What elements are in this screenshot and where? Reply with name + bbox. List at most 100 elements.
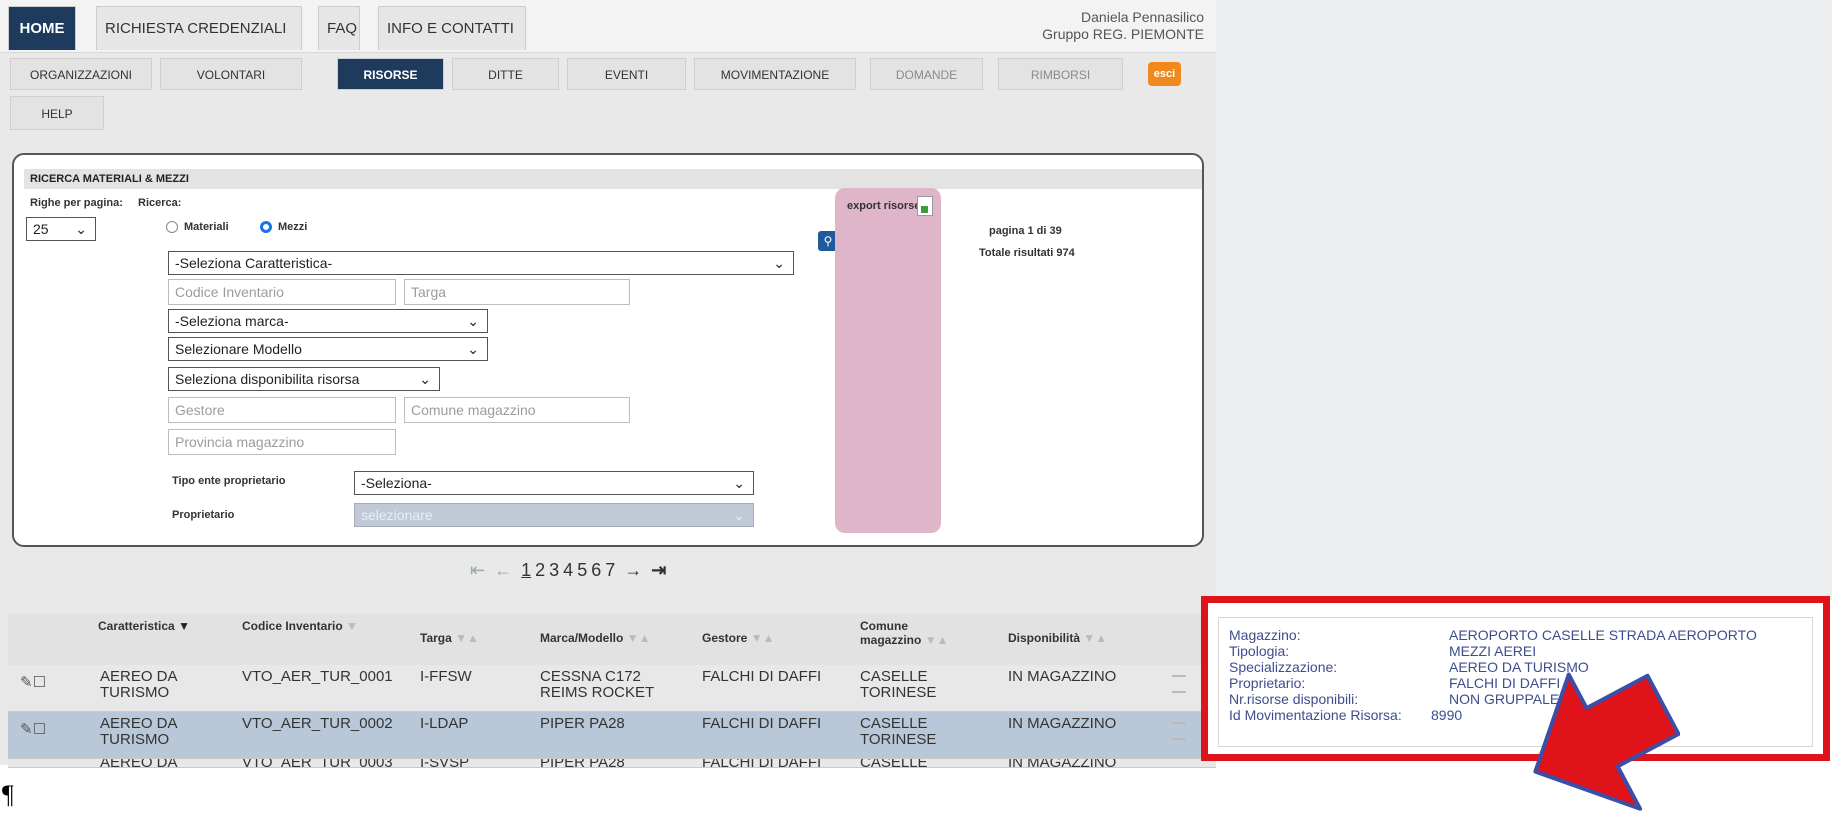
first-page-icon: ⇤	[470, 560, 486, 580]
nav-richiesta-credenziali[interactable]: RICHIESTA CREDENZIALI	[96, 6, 302, 50]
page-3[interactable]: 3	[549, 560, 559, 580]
subnav-organizzazioni[interactable]: ORGANIZZAZIONI	[10, 58, 152, 90]
tipo-ente-select[interactable]: -Seleziona- ⌄	[354, 471, 754, 495]
cell-codice: VTO_AER_TUR_0003	[242, 759, 393, 768]
page-1[interactable]: 1	[521, 560, 531, 580]
cell-disponibilita: IN MAGAZZINO	[1008, 759, 1117, 768]
cell-caratteristica: AEREO DA	[100, 759, 178, 768]
header-marca-modello[interactable]: Marca/Modello ▼▲	[540, 631, 650, 645]
targa-input[interactable]: Targa	[404, 279, 630, 305]
top-navigation: HOME RICHIESTA CREDENZIALI FAQ INFO E CO…	[0, 0, 1216, 53]
subnav-eventi[interactable]: EVENTI	[567, 58, 686, 90]
nav-faq[interactable]: FAQ	[318, 6, 360, 50]
total-results: Totale risultati 974	[979, 247, 1075, 259]
detail-label-tipologia: Tipologia:	[1229, 643, 1290, 659]
chevron-down-icon: ⌄	[467, 341, 479, 357]
subnav-help[interactable]: HELP	[10, 96, 104, 130]
cell-targa: I-LDAP	[420, 715, 469, 732]
edit-icon[interactable]: ✎☐	[20, 673, 46, 691]
gestore-input[interactable]: Gestore	[168, 397, 396, 423]
table-row[interactable]: ✎☐ AEREO DA TURISMO VTO_AER_TUR_0002 I-L…	[8, 712, 1216, 759]
detail-label-proprietario: Proprietario:	[1229, 675, 1306, 691]
detail-value-tipologia: MEZZI AEREI	[1449, 643, 1537, 659]
page-4[interactable]: 4	[563, 560, 573, 580]
caratteristica-value: -Seleziona Caratteristica-	[175, 255, 333, 271]
page-2[interactable]: 2	[535, 560, 545, 580]
header-codice-inventario[interactable]: Codice Inventario ▼	[242, 619, 358, 633]
modello-value: Selezionare Modello	[175, 341, 302, 357]
disponibilita-select[interactable]: Seleziona disponibilita risorsa ⌄	[168, 367, 440, 391]
cell-gestore: FALCHI DI DAFFI	[702, 759, 822, 768]
subnav-risorse[interactable]: RISORSE	[337, 58, 444, 90]
highlight-box: Magazzino: AEROPORTO CASELLE STRADA AERO…	[1201, 596, 1830, 761]
proprietario-select: selezionare ⌄	[354, 503, 754, 527]
radio-mezzi-label: Mezzi	[278, 221, 308, 233]
table-row[interactable]: AEREO DA VTO_AER_TUR_0003 I-SVSP PIPER P…	[8, 759, 1216, 768]
page-5[interactable]: 5	[577, 560, 587, 580]
right-background	[1216, 0, 1832, 600]
search-panel: RICERCA MATERIALI & MEZZI Righe per pagi…	[12, 153, 1204, 547]
subnav-movimentazione[interactable]: MOVIMENTAZIONE	[694, 58, 856, 90]
header-disponibilita[interactable]: Disponibilità ▼▲	[1008, 631, 1107, 645]
search-panel-title: RICERCA MATERIALI & MEZZI	[24, 169, 1202, 189]
detail-label-magazzino: Magazzino:	[1229, 627, 1301, 643]
cell-codice: VTO_AER_TUR_0001	[242, 668, 393, 685]
comune-magazzino-input[interactable]: Comune magazzino	[404, 397, 630, 423]
header-gestore[interactable]: Gestore ▼▲	[702, 631, 774, 645]
detail-icon[interactable]	[1172, 722, 1186, 740]
cell-caratteristica: AEREO DA TURISMO	[100, 715, 177, 748]
radio-materiali-label: Materiali	[184, 221, 229, 233]
last-page-icon[interactable]: ⇥	[651, 560, 666, 580]
radio-materiali[interactable]	[166, 221, 178, 233]
chevron-down-icon: ⌄	[75, 221, 87, 237]
detail-label-id-movimentazione: Id Movimentazione Risorsa:	[1229, 707, 1402, 723]
cell-gestore: FALCHI DI DAFFI	[702, 668, 822, 685]
chevron-down-icon: ⌄	[419, 371, 431, 387]
user-group: Gruppo REG. PIEMONTE	[1042, 26, 1204, 42]
next-page-icon[interactable]: →	[624, 560, 642, 580]
subnav-ditte[interactable]: DITTE	[452, 58, 559, 90]
detail-value-id-movimentazione: 8990	[1431, 707, 1463, 723]
subnav-rimborsi: RIMBORSI	[998, 58, 1123, 90]
table-row[interactable]: ✎☐ AEREO DA TURISMO VTO_AER_TUR_0001 I-F…	[8, 665, 1216, 712]
prev-page-icon: ←	[494, 560, 513, 580]
chevron-down-icon: ⌄	[733, 475, 745, 491]
cell-codice: VTO_AER_TUR_0002	[242, 715, 393, 732]
ricerca-label: Ricerca:	[138, 197, 182, 209]
detail-icon[interactable]	[1172, 675, 1186, 693]
marca-select[interactable]: -Seleziona marca- ⌄	[168, 309, 488, 333]
radio-mezzi[interactable]	[260, 221, 272, 233]
codice-inventario-input[interactable]: Codice Inventario	[168, 279, 396, 305]
detail-tooltip: Magazzino: AEROPORTO CASELLE STRADA AERO…	[1218, 617, 1813, 747]
page-6[interactable]: 6	[591, 560, 601, 580]
header-comune-magazzino[interactable]: Comune magazzino ▼▲	[860, 619, 950, 647]
caratteristica-select[interactable]: -Seleziona Caratteristica- ⌄	[168, 251, 794, 275]
cell-disponibilita: IN MAGAZZINO	[1008, 668, 1117, 685]
detail-label-specializzazione: Specializzazione:	[1229, 659, 1338, 675]
page-info: pagina 1 di 39	[989, 225, 1062, 237]
cell-marca: CESSNA C172 REIMS ROCKET	[540, 668, 655, 701]
nav-info-contatti[interactable]: INFO E CONTATTI	[378, 6, 526, 50]
user-name: Daniela Pennasilico	[1081, 9, 1204, 25]
header-targa[interactable]: Targa ▼▲	[420, 631, 479, 645]
app-window: HOME RICHIESTA CREDENZIALI FAQ INFO E CO…	[0, 0, 1216, 768]
proprietario-label: Proprietario	[172, 509, 235, 521]
chevron-down-icon: ⌄	[773, 255, 785, 271]
pagination: ⇤ ← 1234567 → ⇥	[470, 560, 670, 581]
esci-button[interactable]: esci	[1148, 62, 1181, 86]
nav-home[interactable]: HOME	[8, 6, 76, 50]
subnav-volontari[interactable]: VOLONTARI	[160, 58, 302, 90]
modello-select[interactable]: Selezionare Modello ⌄	[168, 337, 488, 361]
export-risorse-panel[interactable]: export risorse	[835, 188, 941, 533]
header-caratteristica[interactable]: Caratteristica ▼	[98, 619, 190, 633]
rows-per-page-select[interactable]: 25 ⌄	[26, 217, 96, 241]
export-risorse-label: export risorse	[847, 200, 921, 212]
sub-navigation: ORGANIZZAZIONI VOLONTARI RISORSE DITTE E…	[8, 58, 1208, 138]
edit-icon[interactable]: ✎☐	[20, 720, 46, 738]
cell-caratteristica: AEREO DA TURISMO	[100, 668, 177, 701]
proprietario-value: selezionare	[361, 507, 433, 523]
provincia-magazzino-input[interactable]: Provincia magazzino	[168, 429, 396, 455]
cell-comune: CASELLE	[860, 759, 928, 768]
page-7[interactable]: 7	[605, 560, 615, 580]
export-file-icon[interactable]	[917, 196, 933, 216]
